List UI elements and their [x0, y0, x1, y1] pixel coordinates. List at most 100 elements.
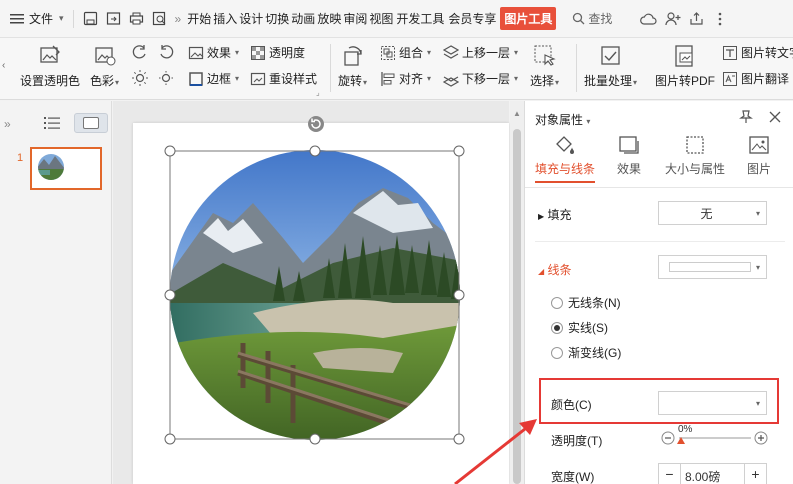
resize-handle[interactable] — [453, 433, 465, 445]
border-button[interactable]: 边框 ▾ — [188, 70, 239, 87]
effects-icon — [188, 46, 204, 59]
rotate-right-button[interactable] — [158, 44, 174, 60]
resize-handle[interactable] — [164, 433, 176, 445]
tab-transition[interactable]: 切换 — [264, 0, 290, 38]
tab-effects[interactable]: 效果 — [617, 135, 641, 177]
effects-button[interactable]: 效果 ▾ — [188, 44, 239, 61]
resize-handle[interactable] — [453, 289, 465, 301]
close-icon[interactable] — [769, 111, 781, 123]
ribbon-group-launcher-icon[interactable]: ⌟ — [316, 88, 320, 97]
rotate-left-button[interactable] — [132, 44, 148, 60]
line-style-dropdown[interactable]: ▾ — [658, 255, 767, 279]
group-button[interactable]: 组合 ▾ — [380, 44, 431, 61]
reset-style-icon — [250, 72, 266, 85]
canvas-scrollbar[interactable]: ▲ — [510, 101, 524, 484]
share-button[interactable] — [685, 0, 708, 38]
resize-handle[interactable] — [453, 145, 465, 157]
tab-fill-line[interactable]: 填充与线条 — [535, 135, 595, 183]
slide-thumbnail[interactable] — [30, 147, 102, 190]
tab-picture[interactable]: 图片 — [747, 135, 771, 177]
batch-process-button[interactable]: 批量处理▾ — [584, 44, 637, 89]
resize-handle[interactable] — [309, 433, 321, 445]
save-icon — [83, 11, 97, 26]
save-button[interactable] — [79, 0, 102, 38]
reset-style-button[interactable]: 重设样式 — [250, 70, 317, 87]
search-label: 查找 — [588, 12, 613, 26]
tab-developer[interactable]: 开发工具 — [394, 0, 446, 38]
width-decrease-button[interactable]: − — [659, 464, 681, 484]
rotate-label: 旋转▾ — [338, 72, 367, 89]
pin-icon[interactable] — [739, 110, 753, 124]
tab-size-properties[interactable]: 大小与属性 — [665, 135, 725, 177]
transparency-button[interactable]: 透明度 — [250, 44, 305, 61]
outline-view-button[interactable] — [44, 116, 60, 133]
color-adjust-icon — [94, 47, 116, 66]
fill-section-toggle[interactable]: ▶ 填充 — [538, 206, 572, 223]
select-button[interactable]: 选择▾ — [530, 44, 559, 89]
tab-picture-tools[interactable]: 图片工具 — [498, 0, 558, 38]
resize-handle[interactable] — [309, 145, 321, 157]
tab-animation[interactable]: 动画 — [290, 0, 316, 38]
search-button[interactable]: 查找 — [568, 0, 616, 38]
width-input[interactable]: 8.00磅 — [685, 468, 720, 484]
select-pointer-icon — [534, 45, 556, 66]
rotate-button[interactable]: 旋转▾ — [338, 44, 367, 89]
image-translate-button[interactable]: 图片翻译 — [722, 70, 789, 87]
brightness-up-button[interactable] — [132, 70, 148, 86]
tab-member[interactable]: 会员专享 — [446, 0, 498, 38]
tab-size-properties-label: 大小与属性 — [665, 162, 726, 176]
fill-dropdown[interactable]: 无 ▾ — [658, 201, 767, 225]
increase-icon[interactable] — [754, 431, 768, 445]
tab-review[interactable]: 审阅 — [342, 0, 368, 38]
ribbon-collapse-arrow[interactable]: ‹ — [2, 60, 5, 71]
image-to-text-button[interactable]: 图片转文字 — [722, 44, 793, 61]
slide-page[interactable] — [133, 123, 509, 484]
color-label: 色彩▾ — [90, 72, 119, 89]
tab-home[interactable]: 开始 — [185, 0, 212, 38]
panel-title[interactable]: 对象属性 ▾ — [535, 111, 590, 128]
bring-forward-button[interactable]: 上移一层 ▾ — [443, 44, 518, 61]
dropdown-caret: ▾ — [514, 48, 519, 57]
slide-icon — [83, 117, 99, 129]
more-options-button[interactable] — [714, 0, 726, 38]
scrollbar-thumb[interactable] — [513, 129, 521, 484]
rotate-handle-icon[interactable] — [307, 115, 325, 133]
print-button[interactable] — [125, 0, 148, 38]
tab-insert[interactable]: 插入 — [212, 0, 238, 38]
share-icon — [690, 12, 704, 25]
radio-solid-line[interactable]: 实线(S) — [551, 319, 608, 336]
cloud-sync-button[interactable] — [636, 0, 661, 38]
slide-canvas[interactable] — [113, 101, 509, 484]
tab-design[interactable]: 设计 — [238, 0, 264, 38]
line-section-toggle[interactable]: ◢ 线条 — [538, 261, 572, 278]
send-backward-button[interactable]: 下移一层 ▾ — [443, 70, 518, 87]
slide-view-button[interactable] — [74, 113, 108, 133]
brightness-down-button[interactable] — [158, 70, 174, 86]
preview-button[interactable] — [148, 0, 171, 38]
tab-slideshow[interactable]: 放映 — [316, 0, 342, 38]
select-label: 选择▾ — [530, 72, 559, 89]
image-to-pdf-button[interactable]: 图片转PDF — [655, 44, 715, 89]
chevron-down-icon: ▾ — [59, 13, 64, 23]
more-menu-button[interactable]: » — [171, 0, 186, 38]
slide-thumbnail-image — [38, 154, 64, 180]
selected-picture[interactable] — [133, 123, 509, 484]
file-menu[interactable]: 文件 ▾ — [0, 0, 68, 38]
color-dropdown[interactable]: ▾ — [658, 391, 767, 415]
decrease-icon[interactable] — [661, 431, 675, 445]
transparency-slider[interactable] — [679, 437, 751, 439]
export-button[interactable] — [102, 0, 125, 38]
share-user-button[interactable] — [661, 0, 685, 38]
tab-view[interactable]: 视图 — [368, 0, 394, 38]
resize-handle[interactable] — [164, 289, 176, 301]
align-button[interactable]: 对齐 ▾ — [380, 70, 431, 87]
color-button[interactable]: 色彩▾ — [90, 44, 119, 89]
radio-gradient-line[interactable]: 渐变线(G) — [551, 344, 621, 361]
scroll-up-arrow[interactable]: ▲ — [513, 109, 521, 118]
resize-handle[interactable] — [164, 145, 176, 157]
slider-thumb[interactable] — [677, 437, 685, 444]
width-increase-button[interactable]: + — [744, 464, 766, 484]
radio-no-line[interactable]: 无线条(N) — [551, 294, 621, 311]
expand-pane-icon[interactable]: » — [4, 117, 11, 131]
set-transparent-color-button[interactable]: 设置透明色 — [20, 44, 80, 89]
